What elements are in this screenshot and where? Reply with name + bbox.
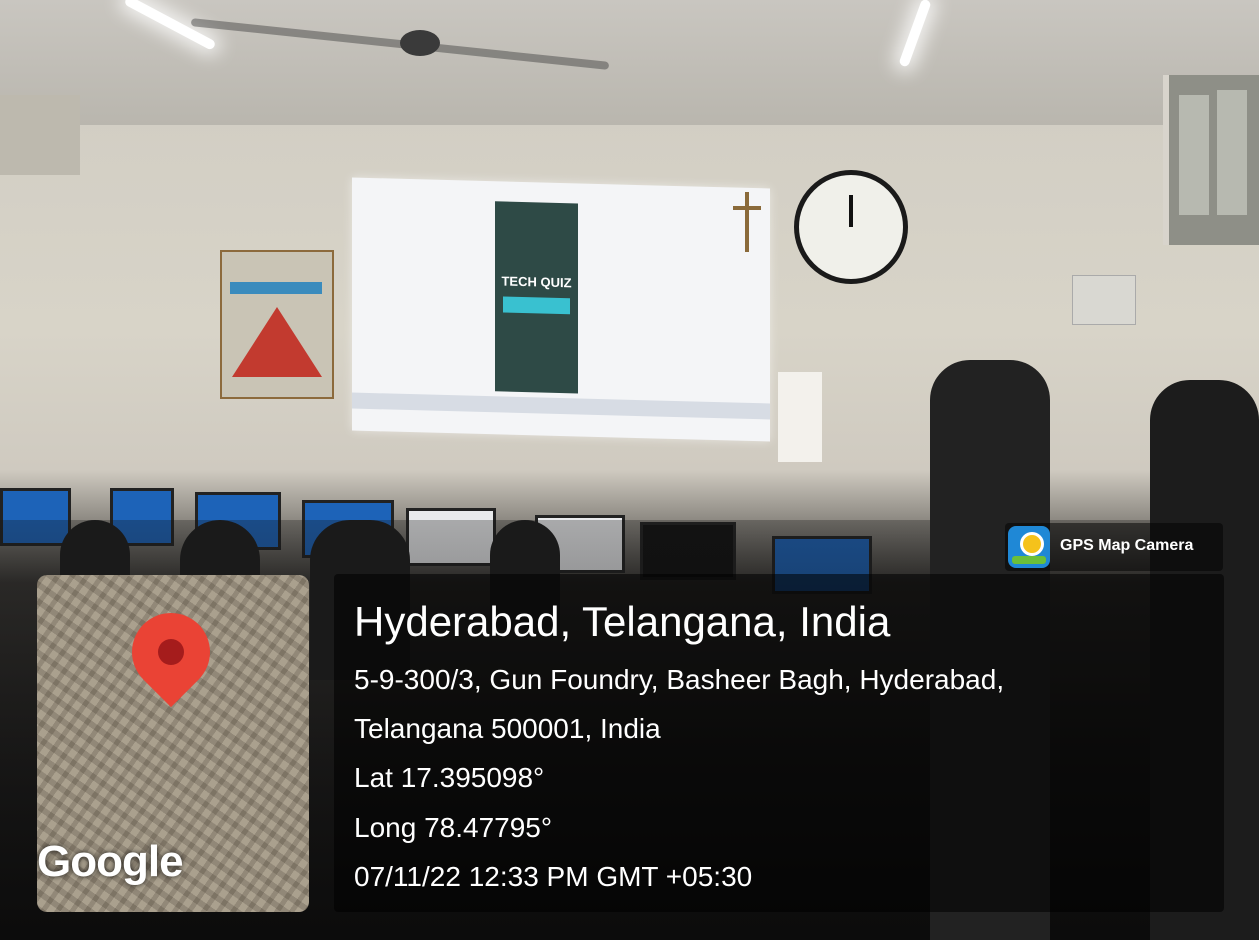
classroom-photo: TECH QUIZ GPS Map Camera Google Hyderaba… xyxy=(0,0,1259,940)
longitude: Long 78.47795° xyxy=(354,812,553,843)
google-watermark: Google xyxy=(37,837,184,886)
timestamp: 07/11/22 12:33 PM GMT +05:30 xyxy=(354,861,753,892)
latitude: Lat 17.395098° xyxy=(354,762,545,793)
gps-map-camera-icon xyxy=(1008,526,1050,568)
projected-taskbar xyxy=(352,392,770,420)
projector-screen: TECH QUIZ xyxy=(352,177,770,442)
location-title: Hyderabad, Telangana, India xyxy=(354,598,891,645)
crucifix xyxy=(733,192,761,252)
blooms-taxonomy-poster xyxy=(220,250,334,399)
window xyxy=(1163,75,1259,245)
slide-title: TECH QUIZ xyxy=(501,273,572,291)
app-name: GPS Map Camera xyxy=(1060,537,1194,554)
map-pin-dot xyxy=(158,639,184,665)
satellite-map-thumbnail: Google xyxy=(37,575,309,912)
ceiling xyxy=(0,0,1259,125)
remove-footwear-sign xyxy=(778,372,822,462)
address-line-2: Telangana 500001, India xyxy=(354,713,661,744)
app-badge: GPS Map Camera xyxy=(1005,523,1223,571)
electrical-box xyxy=(1072,275,1136,325)
wall-clock xyxy=(794,170,908,284)
ceiling-fan xyxy=(190,10,610,70)
wall-pillar xyxy=(0,95,80,175)
address-line-1: 5-9-300/3, Gun Foundry, Basheer Bagh, Hy… xyxy=(354,664,1005,695)
tech-quiz-slide: TECH QUIZ xyxy=(495,201,578,394)
